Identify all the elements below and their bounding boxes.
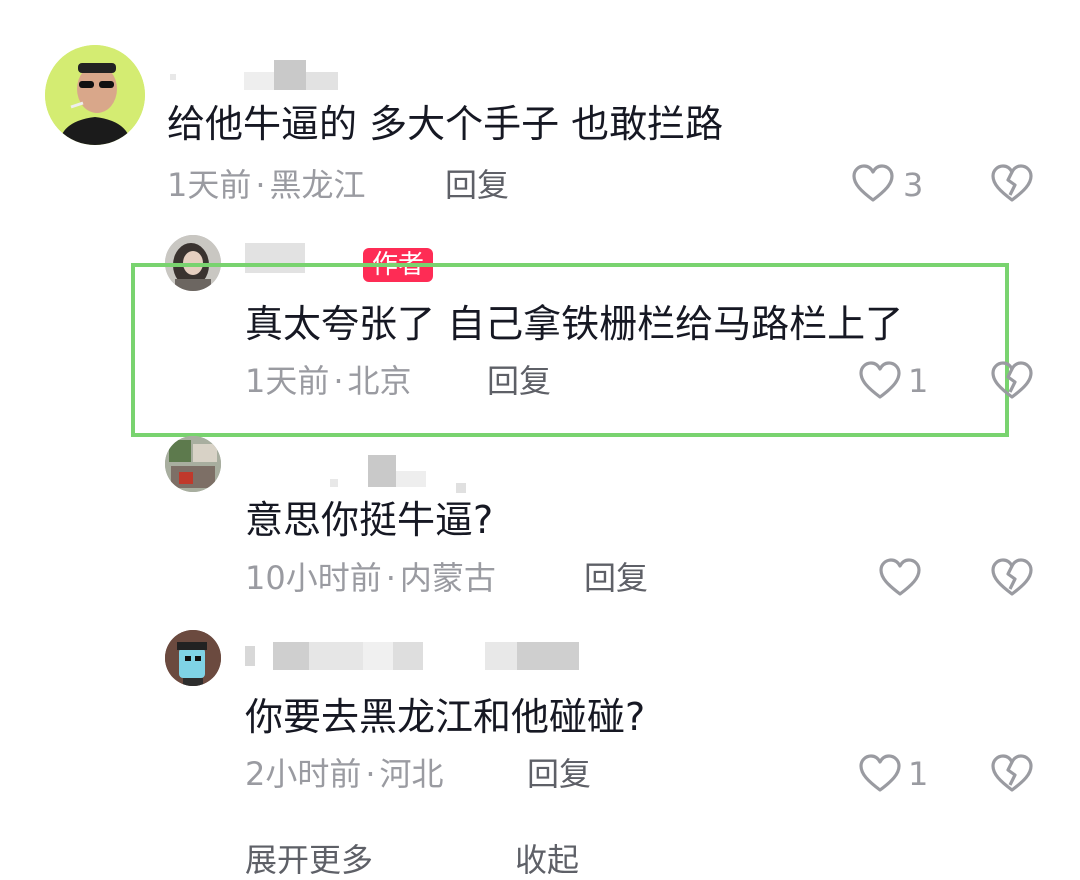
avatar-user-4[interactable] <box>165 630 221 686</box>
comment-text: 你要去黑龙江和他碰碰? <box>245 695 646 739</box>
comment-location: 河北 <box>379 755 444 793</box>
comment-time: 1天前 <box>245 362 330 400</box>
heart-outline-icon[interactable] <box>858 753 902 793</box>
like-count: 1 <box>908 755 929 793</box>
broken-heart-icon[interactable] <box>990 360 1034 400</box>
comment-meta: 1天前 · 黑龙江 <box>167 165 366 205</box>
comment-text: 意思你挺牛逼? <box>245 498 494 542</box>
broken-heart-icon[interactable] <box>990 557 1034 597</box>
broken-heart-icon[interactable] <box>990 753 1034 793</box>
username-blurred[interactable] <box>170 60 340 90</box>
comment-location: 黑龙江 <box>269 166 366 204</box>
comment-location: 北京 <box>347 362 412 400</box>
like-count: 3 <box>903 166 924 204</box>
comment-time: 1天前 <box>167 166 252 204</box>
avatar-user-1[interactable] <box>45 45 145 145</box>
heart-outline-icon[interactable] <box>851 163 895 203</box>
avatar-user-3[interactable] <box>165 436 221 492</box>
reply-button[interactable]: 回复 <box>527 754 591 794</box>
meta-separator: · <box>333 362 344 400</box>
meta-separator: · <box>385 559 396 597</box>
comment-text: 真太夸张了 自己拿铁栅栏给马路栏上了 <box>245 302 904 346</box>
highlight-frame <box>131 263 1009 437</box>
collapse-button[interactable]: 收起 <box>515 840 579 880</box>
meta-separator: · <box>255 166 266 204</box>
comment-time: 10小时前 <box>245 559 382 597</box>
heart-outline-icon[interactable] <box>878 557 922 597</box>
like-count: 1 <box>908 362 929 400</box>
heart-outline-icon[interactable] <box>858 360 902 400</box>
meta-separator: · <box>365 755 376 793</box>
reply-button[interactable]: 回复 <box>487 361 551 401</box>
expand-more-button[interactable]: 展开更多 <box>245 840 373 880</box>
username-blurred[interactable] <box>245 640 585 672</box>
broken-heart-icon[interactable] <box>990 163 1034 203</box>
comment-text: 给他牛逼的 多大个手子 也敢拦路 <box>167 102 724 146</box>
comment-location: 内蒙古 <box>399 559 496 597</box>
comment-time: 2小时前 <box>245 755 362 793</box>
comment-meta: 2小时前 · 河北 <box>245 754 444 794</box>
reply-button[interactable]: 回复 <box>445 165 509 205</box>
comment-meta: 1天前 · 北京 <box>245 361 412 401</box>
comment-meta: 10小时前 · 内蒙古 <box>245 558 496 598</box>
username-blurred[interactable] <box>330 455 470 495</box>
reply-button[interactable]: 回复 <box>584 558 648 598</box>
